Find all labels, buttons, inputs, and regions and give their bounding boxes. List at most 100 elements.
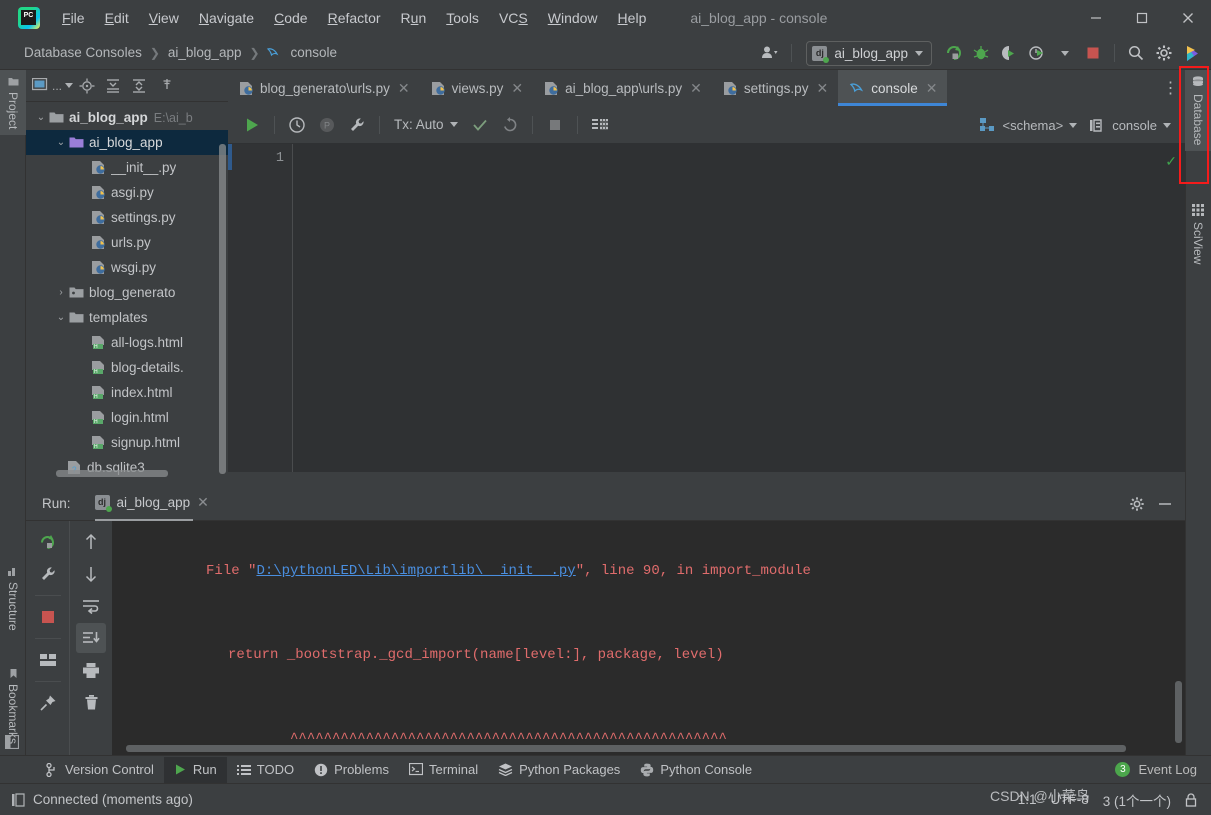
table-output-icon[interactable]	[586, 111, 614, 139]
chevron-down-icon[interactable]: ⌄	[54, 137, 68, 148]
schema-selector[interactable]: <schema>	[976, 118, 1081, 133]
menu-edit[interactable]: Edit	[95, 6, 139, 30]
editor-code-area[interactable]	[294, 144, 1175, 485]
scroll-to-end-icon[interactable]	[76, 623, 106, 653]
tab-overflow-icon[interactable]: ⋮	[1157, 70, 1185, 106]
tree-row-wsgi-py[interactable]: wsgi.py	[26, 255, 228, 280]
commit-check-icon[interactable]	[466, 111, 494, 139]
bottom-tab-version-control[interactable]: Version Control	[36, 757, 164, 783]
chevron-down-icon[interactable]: ⌄	[54, 312, 68, 323]
menu-file[interactable]: File	[52, 6, 95, 30]
history-clock-icon[interactable]	[283, 111, 311, 139]
bottom-tab-python-console[interactable]: Python Console	[630, 757, 762, 783]
ai-assistant-icon[interactable]	[1179, 40, 1205, 66]
tree-row-index-html[interactable]: H index.html	[26, 380, 228, 405]
menu-vcs[interactable]: VCS	[489, 6, 538, 30]
close-icon[interactable]: ✕	[816, 80, 828, 97]
menu-window[interactable]: Window	[538, 6, 608, 30]
breadcrumb-ai-blog-app[interactable]: ai_blog_app	[166, 45, 244, 60]
console-link[interactable]: D:\pythonLED\Lib\importlib\__init__.py	[256, 563, 575, 579]
sidebar-item-database[interactable]: Database	[1185, 70, 1211, 152]
profile-dropdown-icon[interactable]	[1052, 40, 1078, 66]
run-session-tab[interactable]: dj ai_blog_app ✕	[94, 494, 209, 522]
coverage-icon[interactable]	[996, 40, 1022, 66]
print-icon[interactable]	[76, 655, 106, 685]
parameters-icon[interactable]: P	[313, 111, 341, 139]
bottom-tab-terminal[interactable]: Terminal	[399, 757, 488, 783]
console-vertical-scrollbar[interactable]	[1175, 681, 1182, 743]
user-account-icon[interactable]	[757, 40, 783, 66]
tree-row-login-html[interactable]: H login.html	[26, 405, 228, 430]
transaction-mode-selector[interactable]: Tx: Auto	[388, 117, 464, 132]
tab-console[interactable]: console ✕	[838, 70, 948, 106]
menu-navigate[interactable]: Navigate	[189, 6, 264, 30]
tree-row-urls-py[interactable]: urls.py	[26, 230, 228, 255]
editor-gutter[interactable]: 1	[228, 144, 293, 485]
settings-wrench-icon[interactable]	[343, 111, 371, 139]
bottom-tab-python-packages[interactable]: Python Packages	[488, 757, 630, 783]
run-console-output[interactable]: File "D:\pythonLED\Lib\importlib\__init_…	[112, 521, 1185, 755]
menu-refactor[interactable]: Refactor	[318, 6, 391, 30]
tree-row-signup-html[interactable]: H signup.html	[26, 430, 228, 455]
expand-all-icon[interactable]	[101, 74, 125, 98]
debug-icon[interactable]	[968, 40, 994, 66]
up-arrow-icon[interactable]	[76, 527, 106, 557]
tree-row-all-logs-html[interactable]: H all-logs.html	[26, 330, 228, 355]
tree-row-ai-blog-app-root[interactable]: ⌄ ai_blog_app E:\ai_b	[26, 105, 228, 130]
down-arrow-icon[interactable]	[76, 559, 106, 589]
close-icon[interactable]: ✕	[197, 494, 209, 511]
pin-icon[interactable]	[33, 688, 63, 718]
locate-file-icon[interactable]	[75, 74, 99, 98]
tree-row-blog-generato[interactable]: › blog_generato	[26, 280, 228, 305]
tab-ai-blog-app-urls-py[interactable]: ai_blog_app\urls.py ✕	[533, 70, 712, 106]
chevron-right-icon[interactable]: ›	[54, 287, 68, 298]
sidebar-item-sciview[interactable]: SciView	[1185, 198, 1211, 270]
close-icon[interactable]: ✕	[398, 80, 410, 97]
stop-icon[interactable]	[33, 602, 63, 632]
tree-row-asgi-py[interactable]: asgi.py	[26, 180, 228, 205]
session-selector[interactable]: console	[1086, 118, 1175, 133]
breadcrumb-console[interactable]: console	[289, 45, 340, 60]
tree-row-settings-py[interactable]: settings.py	[26, 205, 228, 230]
chevron-down-icon[interactable]: ⌄	[34, 112, 48, 123]
tree-row-ai-blog-app-module[interactable]: ⌄ ai_blog_app	[26, 130, 228, 155]
tab-blog-generato-urls-py[interactable]: blog_generato\urls.py ✕	[228, 70, 420, 106]
project-settings-icon[interactable]	[155, 74, 179, 98]
sidebar-item-project[interactable]: Project	[0, 70, 26, 136]
menu-code[interactable]: Code	[264, 6, 317, 30]
tab-settings-py[interactable]: settings.py ✕	[712, 70, 838, 106]
project-tree-horizontal-scrollbar[interactable]	[56, 470, 168, 477]
settings-gear-icon[interactable]	[1151, 40, 1177, 66]
rerun-icon[interactable]	[33, 527, 63, 557]
console-horizontal-scrollbar[interactable]	[126, 745, 1126, 752]
wrench-settings-icon[interactable]	[33, 559, 63, 589]
rollback-icon[interactable]	[496, 111, 524, 139]
minimize-button[interactable]	[1073, 0, 1119, 36]
project-tree-vertical-scrollbar[interactable]	[219, 144, 226, 474]
close-icon[interactable]: ✕	[511, 80, 523, 97]
soft-wrap-icon[interactable]	[76, 591, 106, 621]
close-icon[interactable]: ✕	[926, 80, 938, 97]
maximize-button[interactable]	[1119, 0, 1165, 36]
bottom-tab-problems[interactable]: Problems	[304, 757, 399, 783]
menu-help[interactable]: Help	[608, 6, 657, 30]
settings-gear-icon[interactable]	[1129, 496, 1145, 512]
stop-icon[interactable]	[1080, 40, 1106, 66]
tree-row-templates[interactable]: ⌄ templates	[26, 305, 228, 330]
breadcrumb-database-consoles[interactable]: Database Consoles	[22, 45, 144, 60]
bottom-tab-todo[interactable]: TODO	[227, 757, 304, 783]
sidebar-item-structure[interactable]: Structure	[0, 560, 26, 637]
bottom-tab-event-log[interactable]: Event Log	[1138, 762, 1197, 777]
indent-label[interactable]: 3 (1个一个)	[1103, 790, 1171, 810]
tab-views-py[interactable]: views.py ✕	[420, 70, 534, 106]
project-view-selector[interactable]: ...	[32, 74, 74, 98]
lock-icon[interactable]	[1185, 792, 1197, 807]
bottom-tab-run[interactable]: Run	[163, 756, 227, 783]
tree-row-init-py[interactable]: __init__.py	[26, 155, 228, 180]
console-editor[interactable]: 1 ✓	[228, 144, 1185, 485]
close-icon[interactable]: ✕	[690, 80, 702, 97]
menu-view[interactable]: View	[139, 6, 189, 30]
layout-icon[interactable]	[33, 645, 63, 675]
stop-square-icon[interactable]	[541, 111, 569, 139]
menu-run[interactable]: Run	[391, 6, 437, 30]
